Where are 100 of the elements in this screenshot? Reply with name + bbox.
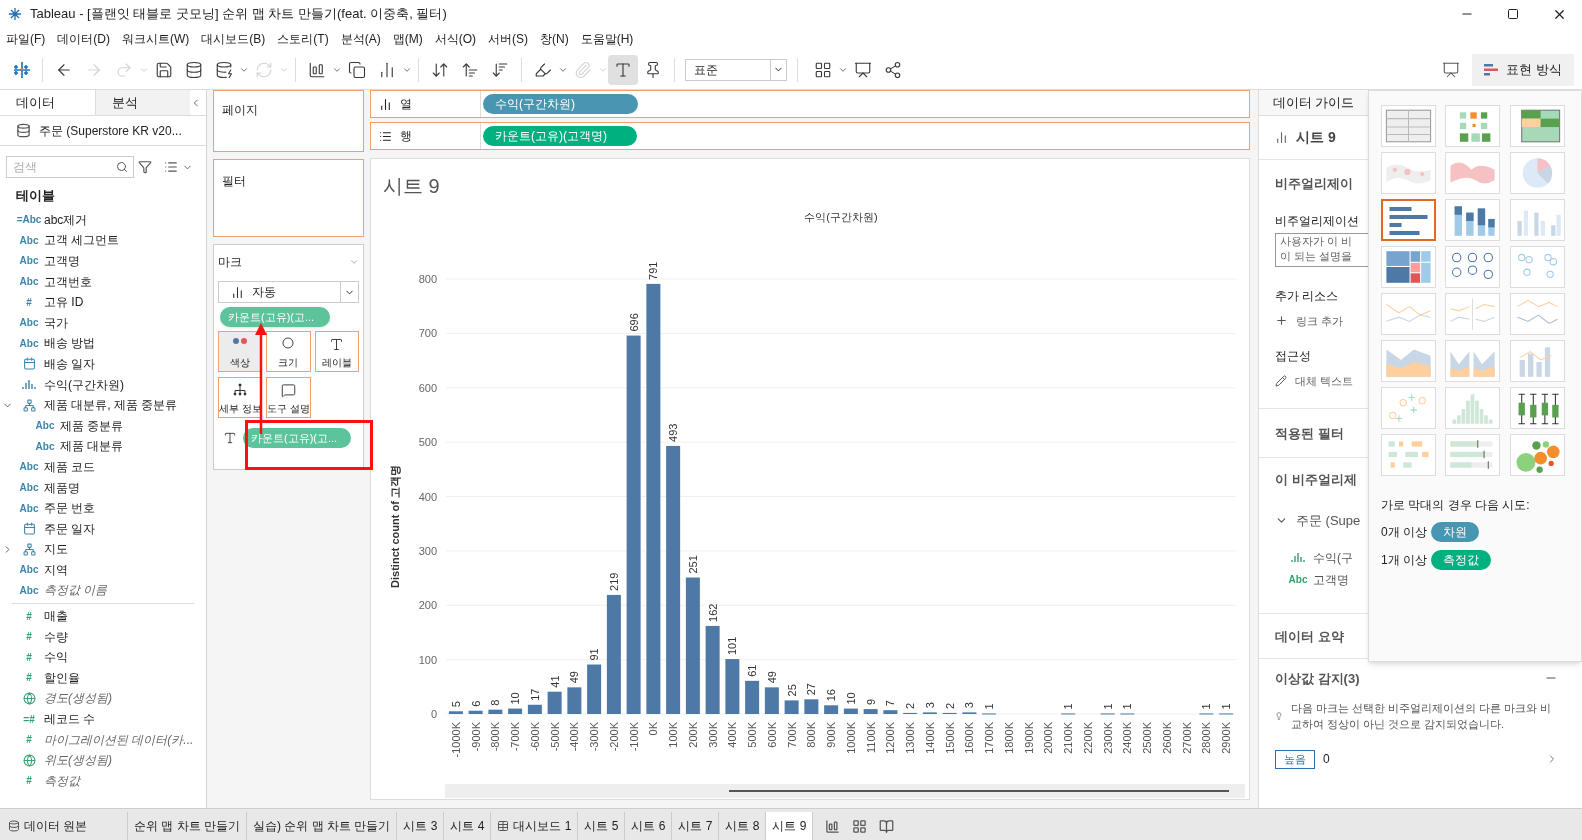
field-item[interactable]: 주문 번호 (44, 499, 96, 518)
alt-text-link[interactable]: 대체 텍스트 (1295, 373, 1354, 390)
field-item[interactable]: 할인율 (44, 668, 80, 687)
field-item[interactable]: 지역 (44, 560, 68, 579)
sheet-tab[interactable]: 시트 3 (397, 812, 445, 840)
mark-property-button[interactable]: 도구 설명 (266, 377, 311, 418)
sheet-tab[interactable]: 순위 맵 차트 만들기 (128, 812, 247, 840)
new-dashboard-button[interactable] (852, 818, 868, 834)
category-label: -400K (568, 722, 581, 752)
filled-map-drawing (1450, 162, 1495, 184)
sheet-tab[interactable]: 시트 4 (444, 812, 492, 840)
field-item[interactable]: 배송 일자 (44, 354, 96, 373)
data-guide-tab[interactable]: 데이터 가이드 (1259, 90, 1369, 115)
field-item[interactable]: 고유 ID (44, 293, 84, 312)
side-by-side-bars-drawing (1517, 210, 1561, 236)
caret-icon[interactable] (349, 257, 359, 267)
field-item[interactable]: abc제거 (44, 210, 88, 229)
axis-tick-label: 400 (418, 490, 437, 503)
field-item[interactable]: 국가 (44, 313, 68, 332)
menu-item[interactable]: 스토리(T) (273, 30, 333, 48)
category-label: -900K (469, 722, 482, 752)
mark-property-button[interactable]: 세부 정보 (218, 377, 263, 418)
circle-icon (282, 337, 295, 349)
calendar-icon (22, 522, 36, 536)
sheet-tab[interactable]: 시트 7 (672, 812, 720, 840)
menu-item[interactable]: 데이터(D) (53, 30, 114, 48)
field-item[interactable]: 측정값 이름 (44, 581, 108, 600)
field-item[interactable]: 경도(생성됨) (44, 689, 112, 708)
logo-icon (12, 59, 32, 80)
mark-property-button[interactable]: 색상 (218, 331, 263, 372)
field-type-glyph: # (25, 774, 33, 789)
field-item[interactable]: 배송 방법 (44, 334, 96, 353)
category-label: -800K (489, 722, 502, 752)
pane-tab[interactable]: 분석 (95, 90, 191, 115)
mark-property-button[interactable]: 크기 (266, 331, 311, 372)
field-item[interactable]: 수량 (44, 627, 68, 646)
field-item[interactable]: 제품 대분류 (60, 437, 124, 456)
dual-combination-drawing (1518, 347, 1552, 377)
horizontal-bars-drawing (1389, 207, 1428, 235)
sheet-tab[interactable]: 시트 6 (625, 812, 673, 840)
sheet-tab[interactable]: 실습) 순위 맵 차트 만들기 (247, 812, 398, 840)
list-view-icon[interactable] (164, 160, 178, 174)
field-item[interactable]: 제품 중분류 (60, 416, 124, 435)
text-label-button[interactable] (608, 54, 638, 85)
show-me-button[interactable]: 표현 방식 (1472, 53, 1574, 86)
continuous-lines-drawing (1385, 304, 1432, 322)
search-field[interactable]: 검색 (6, 156, 134, 178)
field-item[interactable]: 마이그레이션된 데이터(카... (44, 730, 194, 749)
sheet-title: 시트 9 (383, 175, 440, 197)
menu-item[interactable]: 도움말(H) (576, 30, 638, 48)
category-label: 1300K (904, 722, 917, 754)
category-label: 200K (686, 722, 699, 748)
axis-tick-label: 500 (418, 436, 437, 449)
new-story-button[interactable] (879, 818, 895, 834)
field-item[interactable]: 수익(구간차원) (44, 375, 124, 394)
rows-icon (379, 129, 392, 143)
new-sheet-button[interactable] (825, 818, 841, 834)
menu-item[interactable]: 서식(O) (430, 30, 480, 48)
field-item[interactable]: 측정값 (44, 771, 80, 790)
field-item[interactable]: 고객번호 (44, 272, 92, 291)
filter-icon[interactable] (138, 160, 152, 174)
sheet-tab[interactable]: 시트 9 (766, 812, 814, 840)
menu-item[interactable]: 맵(M) (388, 30, 427, 48)
mark-property-button[interactable]: 레이블 (314, 331, 359, 372)
section-heading: 적용된 필터 (1275, 425, 1344, 441)
axis-tick-label: 600 (418, 381, 437, 394)
datasource-name[interactable]: 주문 (Superstore KR v20... (39, 121, 182, 140)
level-button[interactable]: 높음 (1275, 750, 1315, 769)
mark-type-dropdown[interactable]: 자동 (218, 281, 359, 303)
field-item[interactable]: 매출 (44, 607, 68, 626)
field-item[interactable]: 제품 대분류, 제품 중분류 (44, 396, 178, 415)
bar (527, 704, 542, 714)
sheet-tab[interactable]: 대시보드 1 (491, 812, 579, 840)
field-item[interactable]: 레코드 수 (44, 710, 96, 729)
menu-item[interactable]: 파일(F) (2, 30, 50, 48)
field-item[interactable]: 고객 세그먼트 (44, 231, 120, 250)
chart-type-thumbnail[interactable] (1381, 199, 1436, 241)
add-link[interactable]: 링크 추가 (1296, 312, 1344, 329)
bars-icon (231, 285, 244, 299)
axis-tick-label: 100 (418, 653, 437, 666)
field-item[interactable]: 주문 일자 (44, 519, 96, 538)
fit-dropdown[interactable]: 표준 (685, 58, 787, 81)
menu-item[interactable]: 서버(S) (484, 30, 532, 48)
field-item[interactable]: 제품명 (44, 478, 80, 497)
field-item[interactable]: 제품 코드 (44, 457, 96, 476)
menu-item[interactable]: 창(N) (536, 30, 573, 48)
category-label: 300K (706, 722, 719, 748)
sheet-tab[interactable]: 데이터 원본 (0, 812, 128, 840)
data-label: 25 (785, 684, 798, 697)
field-item[interactable]: 고객명 (44, 252, 80, 270)
text-label-icon (329, 337, 345, 352)
menu-item[interactable]: 워크시트(W) (118, 30, 194, 48)
menu-item[interactable]: 대시보드(B) (197, 30, 270, 48)
bar (587, 664, 602, 714)
horizontal-scrollbar[interactable] (445, 784, 1245, 798)
field-item[interactable]: 수익 (44, 648, 68, 667)
field-item[interactable]: 지도 (44, 540, 68, 559)
field-item[interactable]: 위도(생성됨) (44, 751, 112, 770)
menu-item[interactable]: 분석(A) (336, 30, 385, 48)
sheet-tab[interactable]: 시트 5 (578, 812, 626, 840)
